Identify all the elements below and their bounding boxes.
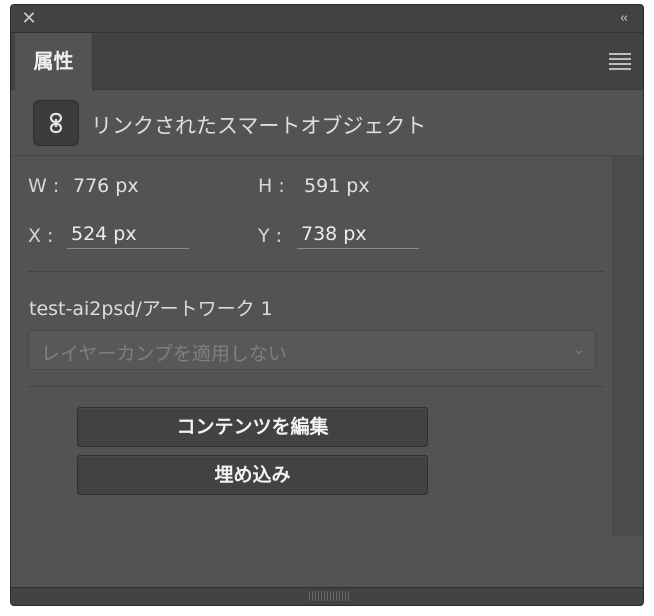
y-label: Y : — [258, 225, 283, 247]
height-label: H : — [258, 175, 285, 197]
panel-titlebar: ✕ ‹‹ — [11, 5, 643, 33]
edit-contents-button[interactable]: コンテンツを編集 — [77, 407, 428, 447]
x-label: X : — [28, 225, 54, 247]
linked-smart-object-icon — [33, 100, 79, 146]
panel-tabbar: 属性 — [11, 33, 643, 91]
divider — [28, 386, 604, 387]
layer-comp-select[interactable]: レイヤーカンプを適用しない ⌄ — [28, 330, 596, 370]
properties-panel: ✕ ‹‹ 属性 リンクされたスマートオブジェクト W : 776 px H : … — [10, 4, 644, 606]
panel-bottom-bar — [11, 587, 643, 605]
chevron-down-icon: ⌄ — [573, 342, 585, 358]
height-value: 591 px — [304, 175, 370, 197]
resize-grip-icon[interactable] — [309, 591, 349, 601]
divider — [28, 271, 604, 272]
smart-object-header: リンクされたスマートオブジェクト — [11, 90, 643, 156]
width-label: W : — [28, 175, 60, 197]
panel-menu-icon[interactable] — [609, 53, 631, 70]
width-value: 776 px — [73, 175, 139, 197]
tab-properties[interactable]: 属性 — [15, 33, 93, 91]
embed-button[interactable]: 埋め込み — [77, 455, 428, 495]
y-position-input[interactable]: 738 px — [297, 221, 419, 249]
layer-name: test-ai2psd/アートワーク 1 — [29, 298, 273, 320]
close-icon[interactable]: ✕ — [19, 9, 39, 29]
smart-object-type-label: リンクされたスマートオブジェクト — [91, 114, 427, 138]
layer-comp-select-value: レイヤーカンプを適用しない — [41, 343, 287, 365]
x-position-input[interactable]: 524 px — [67, 221, 189, 249]
collapse-panel-icon[interactable]: ‹‹ — [611, 9, 635, 29]
scrollbar-track[interactable] — [612, 156, 643, 536]
